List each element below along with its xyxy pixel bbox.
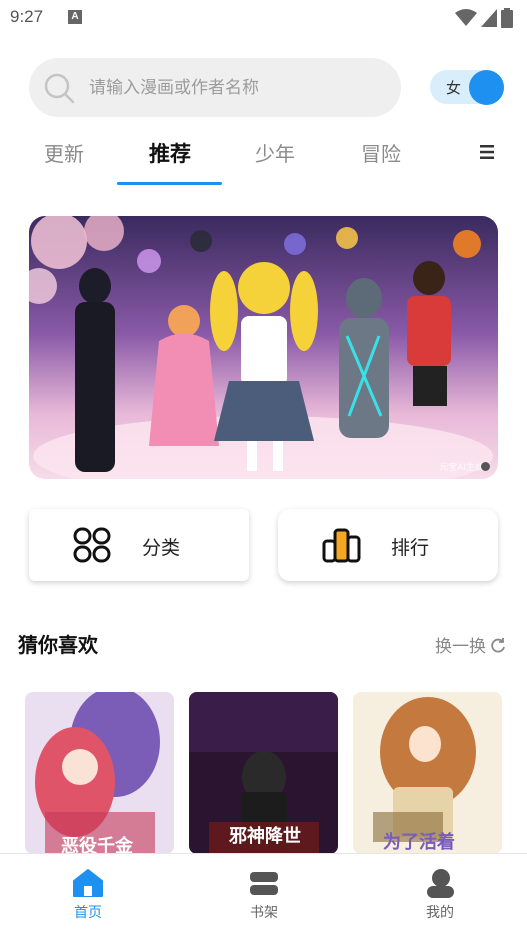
search-icon xyxy=(44,73,75,104)
comic-cover[interactable]: 恶役千金 xyxy=(25,692,174,854)
cover-image xyxy=(25,692,174,854)
signal-icon xyxy=(481,9,497,27)
search-bar[interactable] xyxy=(29,58,401,117)
tab-adventure[interactable]: 冒险 xyxy=(328,138,434,167)
banner-carousel[interactable]: 元宝AI生成 xyxy=(29,216,498,479)
nav-profile-label: 我的 xyxy=(426,905,454,921)
tab-recommend[interactable]: 推荐 xyxy=(117,138,223,168)
nav-bookshelf-label: 书架 xyxy=(250,905,278,921)
section-title: 猜你喜欢 xyxy=(18,633,98,657)
cover-title: 恶役千金 xyxy=(61,836,133,854)
banner-image xyxy=(29,216,498,479)
comic-cover[interactable]: 邪神降世 xyxy=(189,692,338,854)
refresh-button[interactable]: 换一换 xyxy=(435,632,506,657)
tab-shounen[interactable]: 少年 xyxy=(222,138,328,167)
rank-icon xyxy=(322,528,361,563)
category-button[interactable]: 分类 xyxy=(29,509,249,581)
category-tabs: 更新 推荐 少年 冒险 xyxy=(0,130,527,186)
tab-indicator xyxy=(117,182,222,185)
refresh-label: 换一换 xyxy=(435,637,486,657)
home-icon xyxy=(73,869,103,897)
status-icons xyxy=(455,8,513,28)
menu-icon[interactable] xyxy=(478,144,498,160)
rank-button[interactable]: 排行 xyxy=(278,509,498,581)
refresh-icon xyxy=(491,637,505,652)
gender-label: 女 xyxy=(446,79,462,97)
category-label: 分类 xyxy=(142,537,181,559)
carousel-indicator xyxy=(481,462,490,471)
nav-home[interactable]: 首页 xyxy=(0,854,176,936)
bookshelf-icon xyxy=(250,872,278,895)
battery-icon xyxy=(501,8,513,28)
banner-watermark: 元宝AI生成 xyxy=(439,463,484,473)
tab-update[interactable]: 更新 xyxy=(11,138,117,167)
cover-title: 邪神降世 xyxy=(229,826,301,847)
rank-label: 排行 xyxy=(391,537,430,559)
cover-title: 为了活着 xyxy=(383,832,455,853)
wifi-icon xyxy=(455,9,477,26)
gender-toggle[interactable]: 女 xyxy=(430,70,504,105)
nav-home-label: 首页 xyxy=(74,905,102,921)
category-icon xyxy=(73,527,111,563)
nav-profile[interactable]: 我的 xyxy=(352,854,527,936)
status-bar: 9:27 A xyxy=(0,0,527,36)
toggle-knob xyxy=(469,70,504,105)
profile-icon xyxy=(427,869,454,898)
search-input[interactable] xyxy=(89,58,389,117)
comic-cover[interactable]: 为了活着 xyxy=(353,692,502,854)
notification-icon: A xyxy=(68,10,82,24)
bottom-navigation: 首页 书架 我的 xyxy=(0,853,527,936)
status-time: 9:27 xyxy=(10,7,44,26)
nav-bookshelf[interactable]: 书架 xyxy=(176,854,352,936)
